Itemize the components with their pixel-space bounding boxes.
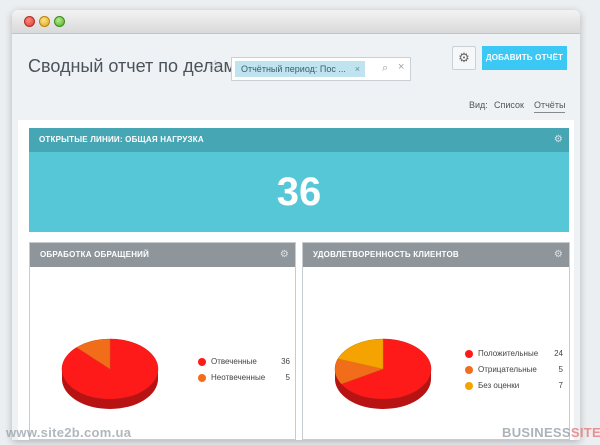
window-close-button[interactable] xyxy=(24,16,35,27)
legend-swatch xyxy=(465,350,473,358)
legend-label: Положительные xyxy=(478,349,539,358)
app-window: Сводный отчет по делам ☆ Отчётный период… xyxy=(12,10,580,440)
legend-label: Неотвеченные xyxy=(211,373,266,382)
legend-label: Отвеченные xyxy=(211,357,257,366)
page-title: Сводный отчет по делам xyxy=(28,56,236,76)
widget-title: УДОВЛЕТВОРЕННОСТЬ КЛИЕНТОВ xyxy=(313,250,459,259)
chart-legend: Отвеченные 36 Неотвеченные 5 xyxy=(198,355,290,387)
legend-item: Неотвеченные 5 xyxy=(198,371,290,387)
legend-value: 36 xyxy=(281,357,290,366)
window-minimize-button[interactable] xyxy=(39,16,50,27)
pie-chart-satisfaction xyxy=(334,338,432,409)
widget-header: ОБРАБОТКА ОБРАЩЕНИЙ ⚙ xyxy=(30,243,295,267)
widget-open-lines: ОТКРЫТЫЕ ЛИНИИ: ОБЩАЯ НАГРУЗКА ⚙ 36 xyxy=(29,128,569,232)
window-maximize-button[interactable] xyxy=(54,16,65,27)
widget-title: ОТКРЫТЫЕ ЛИНИИ: ОБЩАЯ НАГРУЗКА xyxy=(39,135,204,144)
star-icon[interactable]: ☆ xyxy=(208,56,222,76)
widget-title: ОБРАБОТКА ОБРАЩЕНИЙ xyxy=(40,250,150,259)
widget-satisfaction: УДОВЛЕТВОРЕННОСТЬ КЛИЕНТОВ ⚙ Положительн… xyxy=(302,242,570,440)
chip-remove-icon[interactable]: × xyxy=(355,61,360,77)
chart-legend: Положительные 24 Отрицательные 5 Без оценки 7 xyxy=(465,347,563,395)
filter-field[interactable]: Отчётный период: Пос ... × ⌕ × xyxy=(231,57,411,81)
filter-chip-label: Отчётный период: Пос ... xyxy=(241,64,346,74)
legend-swatch xyxy=(465,366,473,374)
legend-item: Отрицательные 5 xyxy=(465,363,563,379)
settings-button[interactable]: ⚙ xyxy=(452,46,476,70)
legend-value: 7 xyxy=(558,381,563,390)
watermark-brand-part1: BUSINESS xyxy=(502,425,571,440)
legend-item: Отвеченные 36 xyxy=(198,355,290,371)
gear-icon: ⚙ xyxy=(458,50,470,65)
add-report-button[interactable]: ДОБАВИТЬ ОТЧЁТ xyxy=(482,46,567,70)
gear-icon[interactable]: ⚙ xyxy=(554,243,563,267)
widget-processing: ОБРАБОТКА ОБРАЩЕНИЙ ⚙ Отвеченные 36 Неотве… xyxy=(29,242,296,440)
view-label: Вид: xyxy=(469,100,488,110)
legend-label: Без оценки xyxy=(478,381,520,390)
legend-value: 5 xyxy=(285,373,290,382)
view-reports-link[interactable]: Отчёты xyxy=(534,100,566,113)
watermark-site: www.site2b.com.ua xyxy=(6,425,132,440)
clear-icon[interactable]: × xyxy=(398,61,404,73)
legend-label: Отрицательные xyxy=(478,365,537,374)
pie-chart-processing xyxy=(61,338,159,409)
gear-icon[interactable]: ⚙ xyxy=(554,128,563,152)
legend-swatch xyxy=(465,382,473,390)
legend-value: 5 xyxy=(558,365,563,374)
report-area: ОТКРЫТЫЕ ЛИНИИ: ОБЩАЯ НАГРУЗКА ⚙ 36 ОБРА… xyxy=(18,120,574,440)
legend-item: Положительные 24 xyxy=(465,347,563,363)
window-titlebar xyxy=(12,10,580,34)
legend-item: Без оценки 7 xyxy=(465,379,563,395)
view-list-link[interactable]: Список xyxy=(494,100,524,110)
filter-chip[interactable]: Отчётный период: Пос ... × xyxy=(235,61,365,77)
watermark-brand: BUSINESSSITE xyxy=(502,425,600,440)
widget-header: ОТКРЫТЫЕ ЛИНИИ: ОБЩАЯ НАГРУЗКА ⚙ xyxy=(29,128,569,152)
gear-icon[interactable]: ⚙ xyxy=(280,243,289,267)
widget-header: УДОВЛЕТВОРЕННОСТЬ КЛИЕНТОВ ⚙ xyxy=(303,243,569,267)
search-icon[interactable]: ⌕ xyxy=(382,62,388,75)
legend-swatch xyxy=(198,374,206,382)
total-load-value: 36 xyxy=(276,170,322,214)
legend-value: 24 xyxy=(554,349,563,358)
view-switcher: Вид: Список Отчёты xyxy=(12,98,580,114)
legend-swatch xyxy=(198,358,206,366)
watermark-brand-part2: SITE xyxy=(570,425,600,440)
